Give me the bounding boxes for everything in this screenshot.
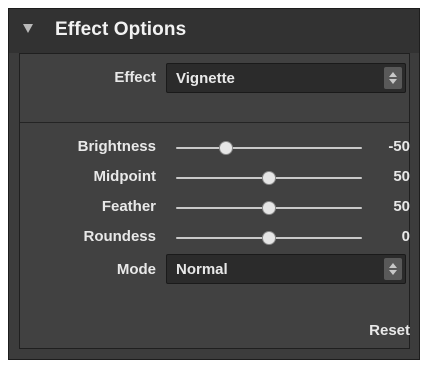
- feather-label: Feather: [101, 198, 156, 215]
- effect-options-panel: Effect Options Effect Vignette Brightnes…: [8, 8, 420, 360]
- chevron-down-icon: [389, 79, 397, 84]
- divider: [20, 122, 409, 123]
- slider-thumb[interactable]: [262, 201, 276, 215]
- brightness-value: -50: [388, 138, 410, 155]
- up-down-stepper-icon[interactable]: [384, 258, 402, 280]
- feather-slider[interactable]: [176, 200, 362, 216]
- feather-value: 50: [393, 198, 410, 215]
- slider-thumb[interactable]: [262, 171, 276, 185]
- roundness-slider[interactable]: [176, 230, 362, 246]
- mode-label: Mode: [116, 261, 156, 278]
- up-down-stepper-icon[interactable]: [384, 67, 402, 89]
- effect-select[interactable]: Vignette: [166, 63, 406, 93]
- roundness-value: 0: [401, 228, 410, 245]
- slider-thumb[interactable]: [219, 141, 234, 155]
- mode-select[interactable]: Normal: [166, 254, 406, 284]
- chevron-up-icon: [389, 72, 397, 77]
- reset-button[interactable]: Reset: [360, 322, 410, 339]
- brightness-label: Brightness: [77, 138, 156, 155]
- effect-label: Effect: [114, 69, 156, 86]
- panel-header[interactable]: Effect Options: [9, 9, 419, 53]
- panel-body: Effect Vignette Brightness -50 Midpoint …: [19, 53, 410, 349]
- disclosure-triangle-down-icon[interactable]: [23, 24, 33, 33]
- effect-select-value: Vignette: [176, 70, 235, 87]
- panel-title: Effect Options: [55, 19, 187, 40]
- chevron-down-icon: [389, 270, 397, 275]
- midpoint-label: Midpoint: [93, 168, 156, 185]
- mode-select-value: Normal: [176, 261, 228, 278]
- slider-track[interactable]: [176, 147, 362, 149]
- roundness-label: Roundess: [83, 228, 156, 245]
- midpoint-value: 50: [393, 168, 410, 185]
- brightness-slider[interactable]: [176, 140, 362, 156]
- chevron-up-icon: [389, 263, 397, 268]
- slider-thumb[interactable]: [262, 231, 276, 245]
- midpoint-slider[interactable]: [176, 170, 362, 186]
